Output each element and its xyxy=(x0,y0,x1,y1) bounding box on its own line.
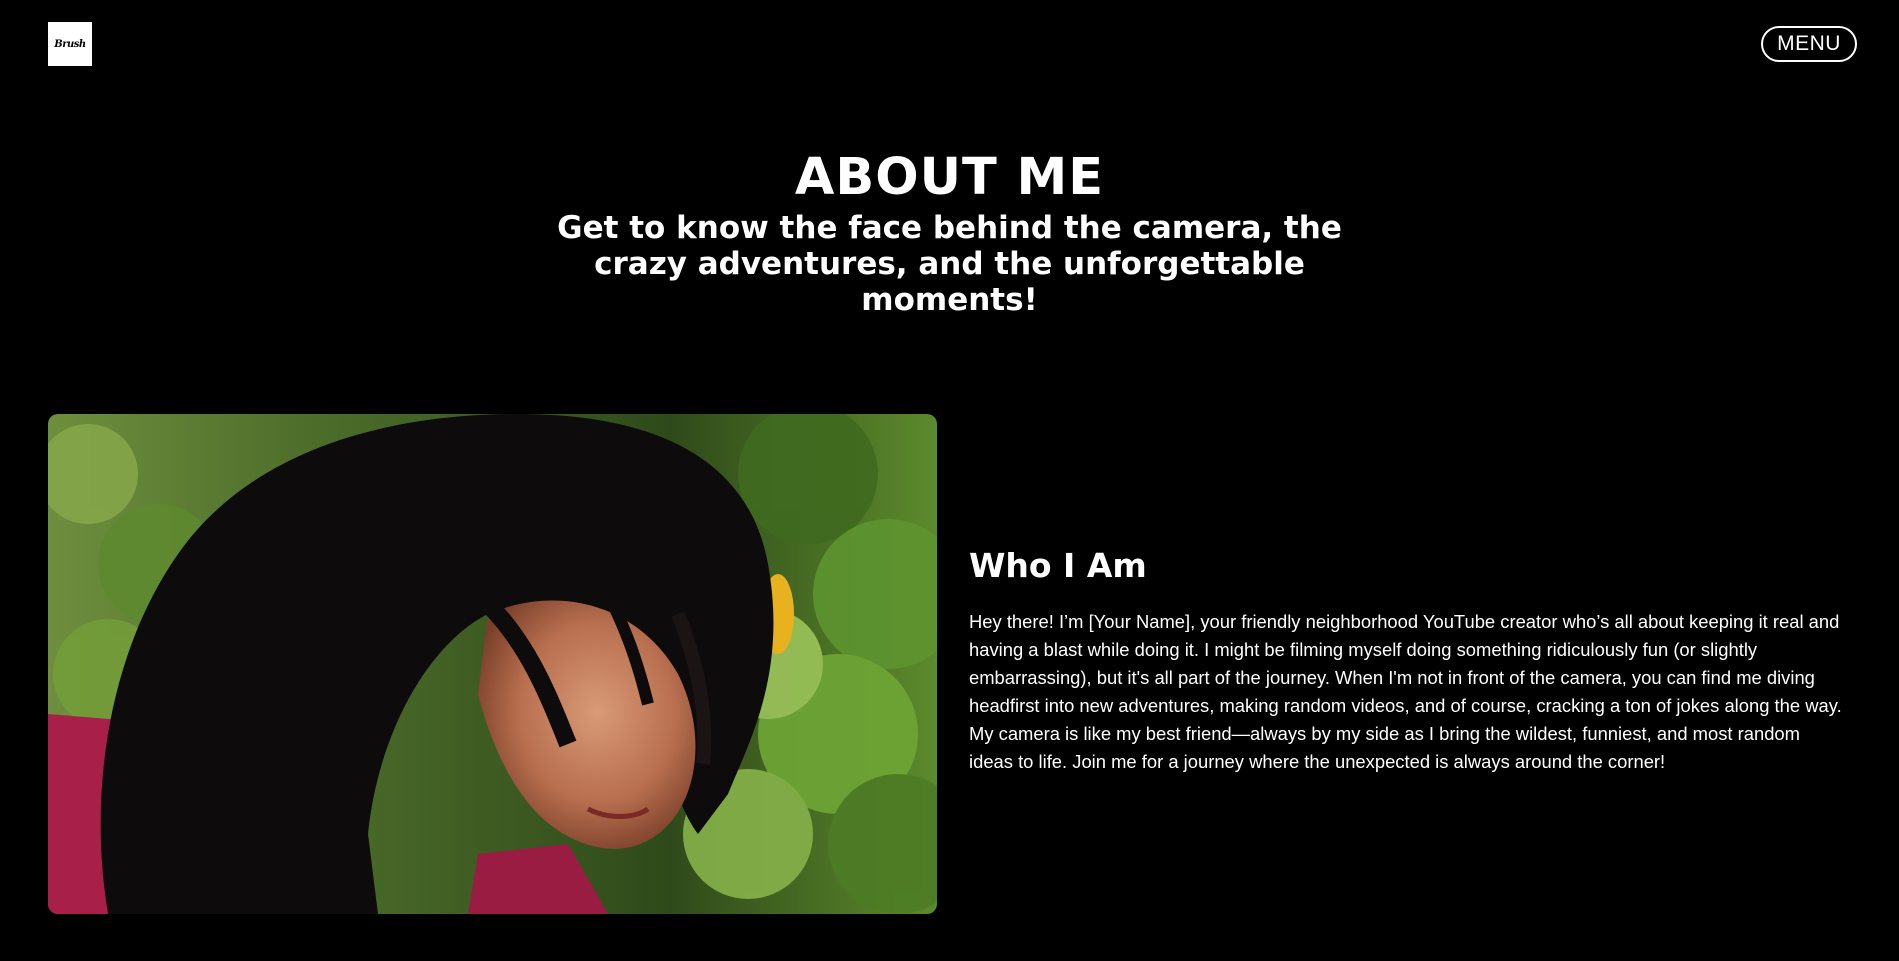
about-heading: Who I Am xyxy=(969,546,1147,585)
about-body: Hey there! I’m [Your Name], your friendl… xyxy=(969,611,1842,772)
site-logo[interactable]: Brush xyxy=(48,22,92,66)
profile-photo xyxy=(48,414,937,914)
menu-button[interactable]: MENU xyxy=(1761,26,1857,62)
about-section: Who I Am Hey there! I’m [Your Name], you… xyxy=(969,546,1849,776)
logo-text: Brush xyxy=(54,38,86,50)
hero-section: ABOUT ME Get to know the face behind the… xyxy=(0,148,1899,318)
page-title: ABOUT ME xyxy=(794,148,1105,207)
page-subtitle: Get to know the face behind the camera, … xyxy=(557,210,1342,318)
about-page: Brush MENU ABOUT ME Get to know the face… xyxy=(0,0,1899,961)
